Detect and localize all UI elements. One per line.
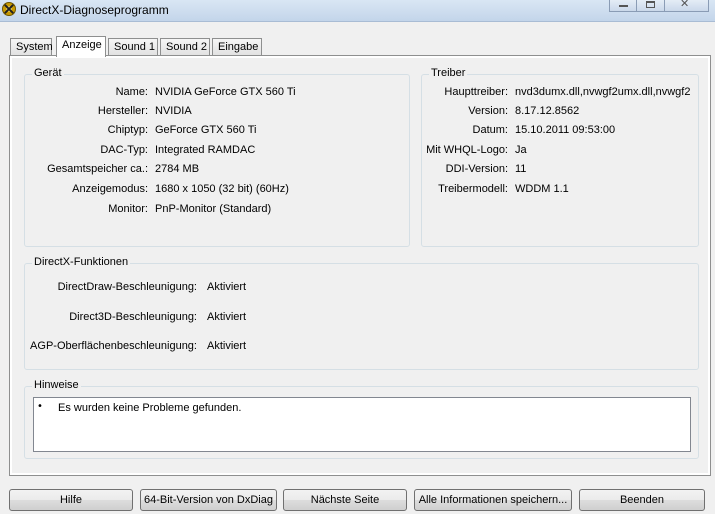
driver-ddi-label: DDI-Version:: [445, 163, 508, 175]
agp-value: Aktiviert: [207, 340, 247, 352]
notes-group-label: Hinweise: [32, 379, 81, 391]
driver-date-label: Datum:: [472, 124, 508, 136]
driver-whql-value: Ja: [515, 144, 527, 156]
directx-app-icon: [2, 2, 16, 16]
window-title: DirectX-Diagnoseprogramm: [20, 3, 169, 17]
device-name-value: NVIDIA GeForce GTX 560 Ti: [155, 86, 296, 98]
direct3d-value: Aktiviert: [207, 311, 247, 323]
tab-eingabe[interactable]: Eingabe: [212, 38, 262, 55]
device-name-label: Name:: [115, 86, 148, 98]
device-monitor-value: PnP-Monitor (Standard): [155, 203, 272, 215]
device-chiptype-label: Chiptyp:: [107, 124, 148, 136]
minimize-icon: [619, 5, 628, 7]
driver-group: Treiber: [421, 67, 699, 247]
title-bar[interactable]: DirectX-Diagnoseprogramm ✕: [0, 0, 715, 22]
tab-sound-2[interactable]: Sound 2: [160, 38, 210, 55]
save-all-info-button[interactable]: Alle Informationen speichern...: [414, 489, 572, 511]
notes-textbox[interactable]: • Es wurden keine Probleme gefunden.: [33, 397, 691, 452]
tab-anzeige[interactable]: Anzeige: [56, 36, 106, 57]
device-displaymode-label: Anzeigemodus:: [72, 183, 148, 195]
minimize-button[interactable]: [609, 0, 637, 12]
driver-main-label: Haupttreiber:: [444, 86, 508, 98]
close-button[interactable]: ✕: [665, 0, 709, 12]
next-page-button[interactable]: Nächste Seite: [283, 489, 407, 511]
driver-model-value: WDDM 1.1: [515, 183, 569, 195]
driver-version-label: Version:: [468, 105, 508, 117]
tab-sound-1[interactable]: Sound 1: [108, 38, 158, 55]
maximize-icon: [646, 1, 655, 8]
dxdiag-64bit-button[interactable]: 64-Bit-Version von DxDiag: [140, 489, 277, 511]
device-memory-label: Gesamtspeicher ca.:: [47, 163, 148, 175]
note-bullet: •: [37, 401, 43, 412]
help-button[interactable]: Hilfe: [9, 489, 133, 511]
window-controls: ✕: [609, 0, 709, 12]
device-monitor-label: Monitor:: [108, 203, 148, 215]
directdraw-value: Aktiviert: [207, 281, 247, 293]
device-manufacturer-label: Hersteller:: [97, 105, 148, 117]
driver-version-value: 8.17.12.8562: [515, 105, 580, 117]
direct3d-label: Direct3D-Beschleunigung:: [69, 311, 197, 323]
close-icon: ✕: [680, 0, 690, 10]
device-group: Gerät: [24, 67, 410, 247]
device-manufacturer-value: NVIDIA: [155, 105, 192, 117]
exit-button[interactable]: Beenden: [579, 489, 705, 511]
directx-features-group-label: DirectX-Funktionen: [32, 256, 131, 268]
device-dactype-value: Integrated RAMDAC: [155, 144, 256, 156]
note-item: Es wurden keine Probleme gefunden.: [58, 402, 242, 414]
device-dactype-label: DAC-Typ:: [100, 144, 148, 156]
device-group-label: Gerät: [32, 67, 64, 79]
maximize-button[interactable]: [637, 0, 665, 12]
driver-model-label: Treibermodell:: [438, 183, 508, 195]
device-memory-value: 2784 MB: [155, 163, 200, 175]
agp-label: AGP-Oberflächenbeschleunigung:: [30, 340, 197, 352]
device-chiptype-value: GeForce GTX 560 Ti: [155, 124, 257, 136]
device-displaymode-value: 1680 x 1050 (32 bit) (60Hz): [155, 183, 289, 195]
driver-ddi-value: 11: [515, 163, 527, 175]
driver-whql-label: Mit WHQL-Logo:: [426, 144, 508, 156]
directdraw-label: DirectDraw-Beschleunigung:: [57, 281, 197, 293]
driver-date-value: 15.10.2011 09:53:00: [515, 124, 616, 136]
driver-group-label: Treiber: [429, 67, 468, 79]
driver-main-value: nvd3dumx.dll,nvwgf2umx.dll,nvwgf2: [515, 86, 691, 98]
tab-system[interactable]: System: [10, 38, 53, 55]
